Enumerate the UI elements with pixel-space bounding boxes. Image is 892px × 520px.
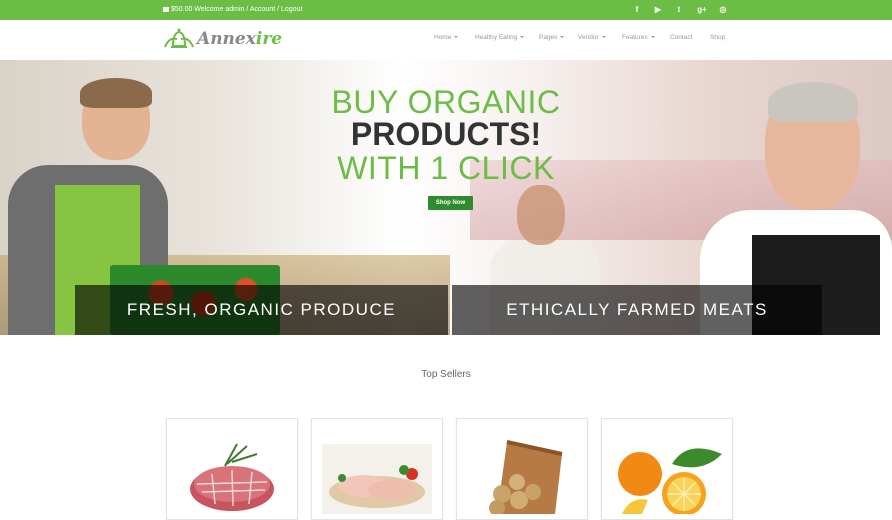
top-bar: $50.00 Welcome admin / Account / Logout …: [0, 0, 892, 20]
product-card[interactable]: [166, 418, 298, 520]
produce-banner[interactable]: FRESH, ORGANIC PRODUCE: [75, 285, 448, 335]
hero-banner: BUY ORGANIC PRODUCTS! WITH 1 CLICK Shop …: [0, 60, 892, 335]
nav-healthy-eating[interactable]: Healthy Eating: [475, 34, 525, 41]
top-sellers-heading: Top Sellers: [421, 369, 471, 380]
youtube-icon[interactable]: ▶: [651, 3, 665, 17]
caret-down-icon: [601, 36, 606, 39]
hero-heading-line3: WITH 1 CLICK: [337, 150, 555, 186]
nav-home[interactable]: Home: [434, 34, 459, 41]
nav-features[interactable]: Features: [622, 34, 655, 41]
hero-heading-line2: PRODUCTS!: [350, 116, 542, 152]
meats-banner[interactable]: ETHICALLY FARMED MEATS: [452, 285, 822, 335]
caret-down-icon: [454, 36, 459, 39]
product-card[interactable]: [456, 418, 588, 520]
logo-text: Annexire: [197, 29, 283, 49]
twitter-icon[interactable]: t: [672, 3, 686, 17]
chicken-breast-image[interactable]: [322, 434, 432, 514]
nav-shop[interactable]: Shop: [710, 34, 725, 41]
logo[interactable]: Annexire: [163, 27, 282, 53]
nav-vendor[interactable]: Vendor: [578, 34, 606, 41]
account-text[interactable]: $50.00 Welcome admin / Account / Logout: [171, 6, 302, 13]
meat-roast-image[interactable]: [177, 434, 287, 514]
nav-pages[interactable]: Pages: [539, 34, 565, 41]
oranges-image[interactable]: [612, 434, 722, 514]
grocer-middle-head: [517, 185, 565, 245]
caret-down-icon: [650, 36, 655, 39]
product-card[interactable]: [601, 418, 733, 520]
site-header: Annexire Home Healthy Eating Pages Vendo…: [0, 20, 892, 60]
google-plus-icon[interactable]: g+: [695, 3, 709, 17]
potato-basket-image[interactable]: [467, 434, 577, 514]
shop-now-button[interactable]: Shop Now: [428, 196, 473, 210]
facebook-icon[interactable]: f: [630, 3, 644, 17]
caret-down-icon: [560, 36, 565, 39]
dribbble-icon[interactable]: ◎: [716, 3, 730, 17]
bell-leaf-logo-icon: [164, 28, 194, 48]
account-bar[interactable]: $50.00 Welcome admin / Account / Logout: [163, 5, 302, 15]
product-card[interactable]: [311, 418, 443, 520]
nav-contact[interactable]: Contact: [670, 34, 692, 41]
cart-icon[interactable]: [163, 6, 169, 12]
caret-down-icon: [520, 36, 525, 39]
